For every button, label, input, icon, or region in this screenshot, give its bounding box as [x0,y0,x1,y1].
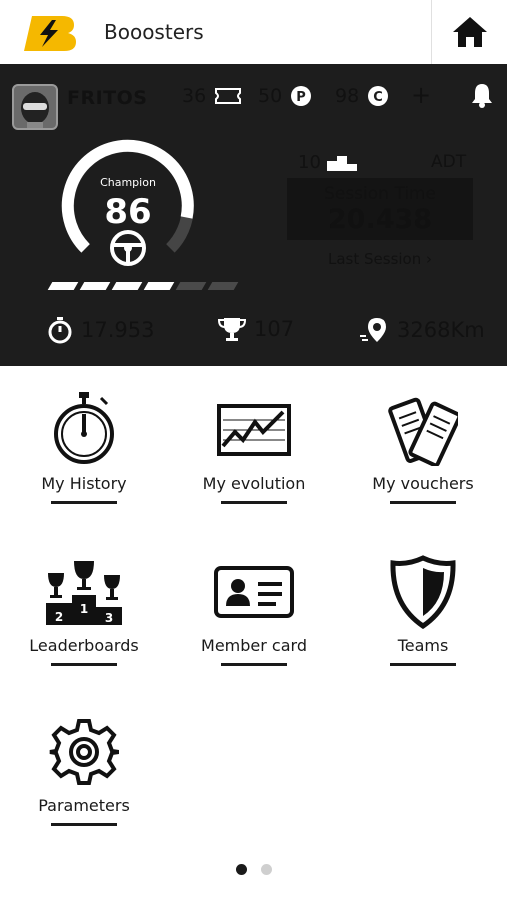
level-progress-bar [47,282,239,290]
best-lap-stat: 17.953 [47,316,154,344]
voucher-icon [348,390,498,470]
steering-wheel-icon [110,230,146,266]
trophies-stat: 107 [218,316,294,342]
svg-text:1: 1 [80,602,88,616]
menu-item-my-evolution[interactable]: My evolution [179,390,329,504]
credits-icon: C [368,86,389,106]
trophy-icon [218,318,246,341]
menu-item-member-card[interactable]: Member card [179,552,329,666]
helmet-icon [21,92,49,128]
chevron-right-icon: › [426,250,433,268]
menu-item-label: Leaderboards [29,636,139,655]
menu-item-my-history[interactable]: My History [9,390,159,504]
session-value: 20.438 [327,204,433,235]
gear-icon [9,712,159,792]
progress-segment [175,282,207,290]
page-indicator [0,864,507,875]
podium-trophies-icon: 2 1 3 [9,552,159,632]
line-chart-icon [179,390,329,470]
best-lap-value: 17.953 [81,318,155,342]
points-count: 50 [258,85,283,107]
progress-segment [143,282,175,290]
progress-segment [111,282,143,290]
last-session-label: Last Session [327,250,422,268]
top-bar: Booosters [0,0,507,65]
label-underline [51,823,117,826]
session-title: Session Time [324,184,436,204]
svg-text:2: 2 [55,610,63,624]
label-underline [51,501,117,504]
home-button[interactable] [431,0,507,64]
distance-stat: 3268Km [359,316,485,344]
add-credits-button[interactable]: + [411,81,431,109]
category-label: ADT [431,152,467,172]
level-value: 86 [104,192,152,232]
menu-item-label: My evolution [202,474,306,493]
distance-value: 3268Km [397,318,485,342]
label-underline [51,663,117,666]
app-logo-icon [22,14,78,52]
menu-item-teams[interactable]: Teams [348,552,498,666]
ranking-value: 10 [298,152,321,173]
svg-text:3: 3 [105,611,113,625]
trophies-value: 107 [254,317,295,341]
username: FRITOS [67,87,148,109]
tickets-count: 36 [182,85,207,107]
label-underline [390,663,456,666]
id-card-icon [179,552,329,632]
svg-text:C: C [373,90,383,105]
location-pin-icon [360,318,386,342]
menu-item-label: Parameters [38,796,130,815]
points-icon: P [291,86,312,106]
progress-segment [47,282,79,290]
ranking-stat: 10 [298,152,357,173]
progress-segment [207,282,239,290]
label-underline [390,501,456,504]
last-session-link[interactable]: Last Session › [287,250,473,268]
stopwatch-icon [9,390,159,470]
menu-item-label: Teams [397,636,449,655]
shield-icon [348,552,498,632]
credits-count: 98 [335,85,360,107]
credits-stat: 98 C [335,85,389,107]
label-underline [221,501,287,504]
tickets-stat: 36 [182,85,242,107]
stopwatch-icon [48,317,72,344]
menu-item-leaderboards[interactable]: 2 1 3 Leaderboards [9,552,159,666]
menu-item-label: Member card [201,636,307,655]
svg-text:P: P [296,90,306,105]
avatar[interactable] [12,84,58,130]
menu-item-my-vouchers[interactable]: My vouchers [348,390,498,504]
notification-button[interactable] [470,82,494,112]
home-icon [453,17,487,47]
podium-icon [326,155,357,171]
points-stat: 50 P [258,85,312,107]
level-label: Champion [100,176,156,189]
ticket-icon [215,88,242,104]
menu-item-label: My vouchers [372,474,474,493]
label-underline [221,663,287,666]
menu-item-parameters[interactable]: Parameters [9,712,159,826]
bell-icon [472,84,492,108]
menu-item-label: My History [41,474,127,493]
page-dot-active[interactable] [235,864,247,875]
app-title: Booosters [104,20,204,44]
progress-segment [79,282,111,290]
page-dot[interactable] [260,864,272,875]
